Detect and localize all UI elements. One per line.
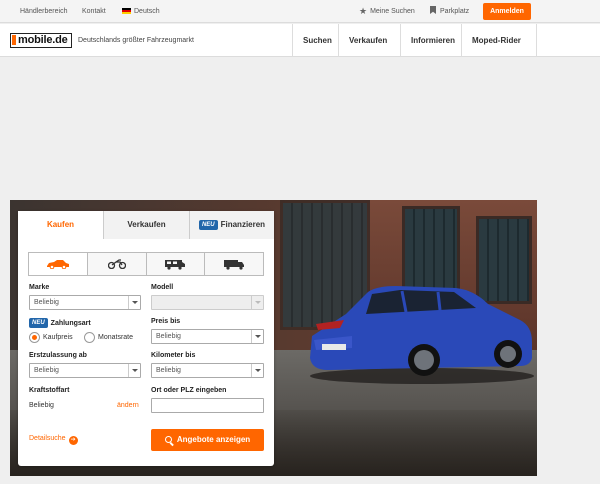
nav-item-search[interactable]: Suchen [293,24,339,57]
change-fuel-link[interactable]: ändern [117,402,139,409]
tab-finance-label: Finanzieren [220,220,266,229]
vehicle-type-camper[interactable] [145,253,205,275]
make-select[interactable]: Beliebig [29,295,141,310]
my-searches-label: Meine Suchen [370,8,415,15]
registration-label: Erstzulassung ab [29,352,87,359]
show-offers-label: Angebote anzeigen [176,435,251,444]
my-searches-link[interactable]: ★ Meine Suchen [359,0,415,23]
registration-select-value: Beliebig [34,367,59,374]
parking-label: Parkplatz [440,8,470,15]
registration-select[interactable]: Beliebig [29,363,141,378]
chevron-down-icon [128,296,140,309]
detail-search-link[interactable]: Detailsuche ➔ [29,435,78,445]
price-label: Preis bis [151,318,181,325]
chevron-down-icon [251,330,263,343]
chevron-down-icon [251,364,263,377]
new-badge: NEU [29,318,48,328]
vehicle-type-motorbike[interactable] [86,253,146,275]
language-selector[interactable]: Deutsch [122,0,160,23]
german-flag-icon [122,8,131,14]
car-icon [46,260,69,269]
motorbike-icon [107,259,126,269]
bookmark-icon [430,6,436,14]
parking-link[interactable]: Parkplatz [430,0,469,23]
radio-purchase-price[interactable]: Kaufpreis [29,332,73,343]
tab-buy[interactable]: Kaufen [18,211,103,240]
make-select-value: Beliebig [34,299,59,306]
arrow-right-icon: ➔ [68,436,78,445]
vehicle-type-selector [28,252,264,276]
search-icon [164,436,172,443]
mileage-select-value: Beliebig [156,367,181,374]
price-select[interactable]: Beliebig [151,329,264,344]
login-button[interactable]: Anmelden [483,3,531,20]
language-label: Deutsch [134,8,160,15]
show-offers-button[interactable]: Angebote anzeigen [151,429,264,451]
vehicle-type-car[interactable] [29,253,87,275]
vehicle-search-panel: Kaufen Verkaufen NEU Finanzieren Marke Be… [18,211,274,466]
nav-item-inform[interactable]: Informieren [401,24,462,57]
search-tabs: Kaufen Verkaufen NEU Finanzieren [18,211,274,240]
mileage-select[interactable]: Beliebig [151,363,264,378]
location-label: Ort oder PLZ eingeben [151,387,227,394]
truck-icon [224,259,245,270]
model-select[interactable] [151,295,264,310]
tagline: Deutschlands größter Fahrzeugmarkt [78,37,194,44]
dealer-area-link[interactable]: Händlerbereich [20,0,67,23]
payment-type-label: NEU Zahlungsart [29,318,91,328]
chevron-down-icon [128,364,140,377]
nav-item-moped-rider[interactable]: Moped-Rider [462,24,537,57]
model-label: Modell [151,284,174,291]
main-header: mobile.de Deutschlands größter Fahrzeugm… [0,24,600,57]
detail-search-label: Detailsuche [29,435,66,442]
star-icon: ★ [359,6,368,16]
make-label: Marke [29,284,50,291]
radio-monthly-rate[interactable]: Monatsrate [84,332,133,343]
fuel-type-label: Kraftstoffart [29,387,70,394]
chevron-down-icon [251,296,263,309]
price-select-value: Beliebig [156,333,181,340]
payment-type-text: Zahlungsart [50,320,91,327]
top-utility-bar: Händlerbereich Kontakt Deutsch ★ Meine Su… [0,0,600,23]
location-input[interactable] [151,398,264,413]
fuel-type-value: Beliebig [29,402,54,409]
contact-link[interactable]: Kontakt [82,0,106,23]
nav-item-sell[interactable]: Verkaufen [339,24,401,57]
new-badge: NEU [198,220,218,230]
main-nav: Suchen Verkaufen Informieren Moped-Rider [292,24,537,57]
mobile-de-logo[interactable]: mobile.de [10,33,72,48]
tab-sell[interactable]: Verkaufen [103,211,189,239]
vehicle-type-truck[interactable] [204,253,263,275]
camper-icon [165,259,186,270]
mileage-label: Kilometer bis [151,352,196,359]
tab-finance[interactable]: NEU Finanzieren [189,211,274,239]
blue-car-image [310,286,534,384]
